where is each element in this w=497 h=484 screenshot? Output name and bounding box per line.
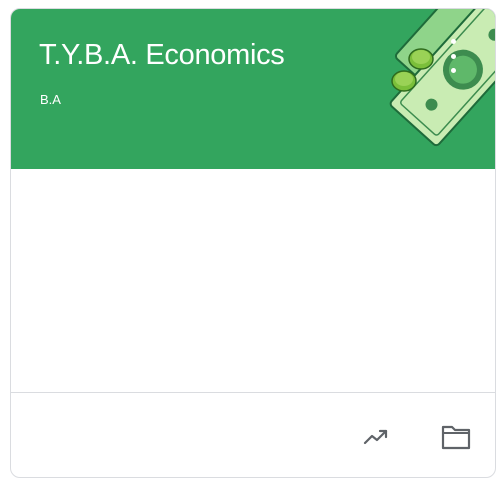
trending-up-icon[interactable] (356, 417, 396, 457)
class-card[interactable]: T.Y.B.A. Economics B.A (10, 8, 496, 478)
class-card-header: T.Y.B.A. Economics B.A (11, 9, 495, 169)
folder-icon[interactable] (436, 417, 476, 457)
class-section: B.A (40, 92, 61, 107)
more-vert-icon[interactable] (441, 39, 465, 73)
class-card-footer (11, 393, 495, 477)
class-card-body (11, 169, 495, 392)
class-title-link[interactable]: T.Y.B.A. Economics (39, 39, 285, 72)
money-illustration (389, 9, 495, 147)
